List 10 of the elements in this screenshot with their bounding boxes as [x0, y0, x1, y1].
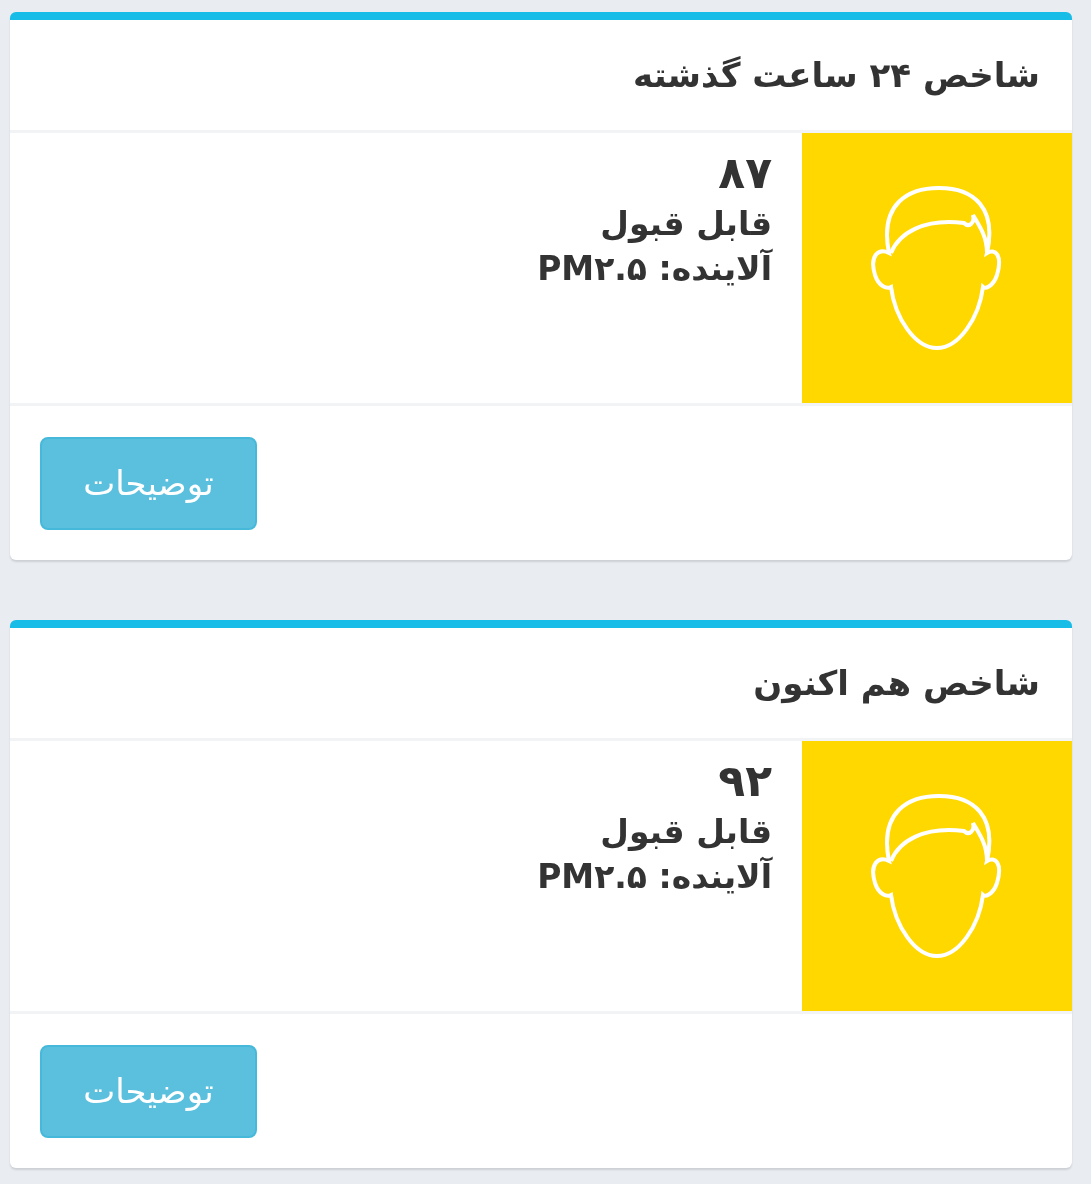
pollutant-label: آلاینده: PM۲.۵: [537, 857, 772, 896]
aqi-value: ۹۲: [718, 755, 772, 806]
card-title: شاخص ۲۴ ساعت گذشته: [633, 55, 1040, 95]
details-button[interactable]: توضیحات: [40, 436, 257, 530]
aqi-value: ۸۷: [718, 147, 772, 198]
status-label: قابل قبول: [600, 812, 772, 851]
card-title: شاخص هم اکنون: [753, 663, 1040, 703]
details-button[interactable]: توضیحات: [40, 1044, 257, 1138]
pollutant-label: آلاینده: PM۲.۵: [537, 249, 772, 288]
status-label: قابل قبول: [600, 204, 772, 243]
